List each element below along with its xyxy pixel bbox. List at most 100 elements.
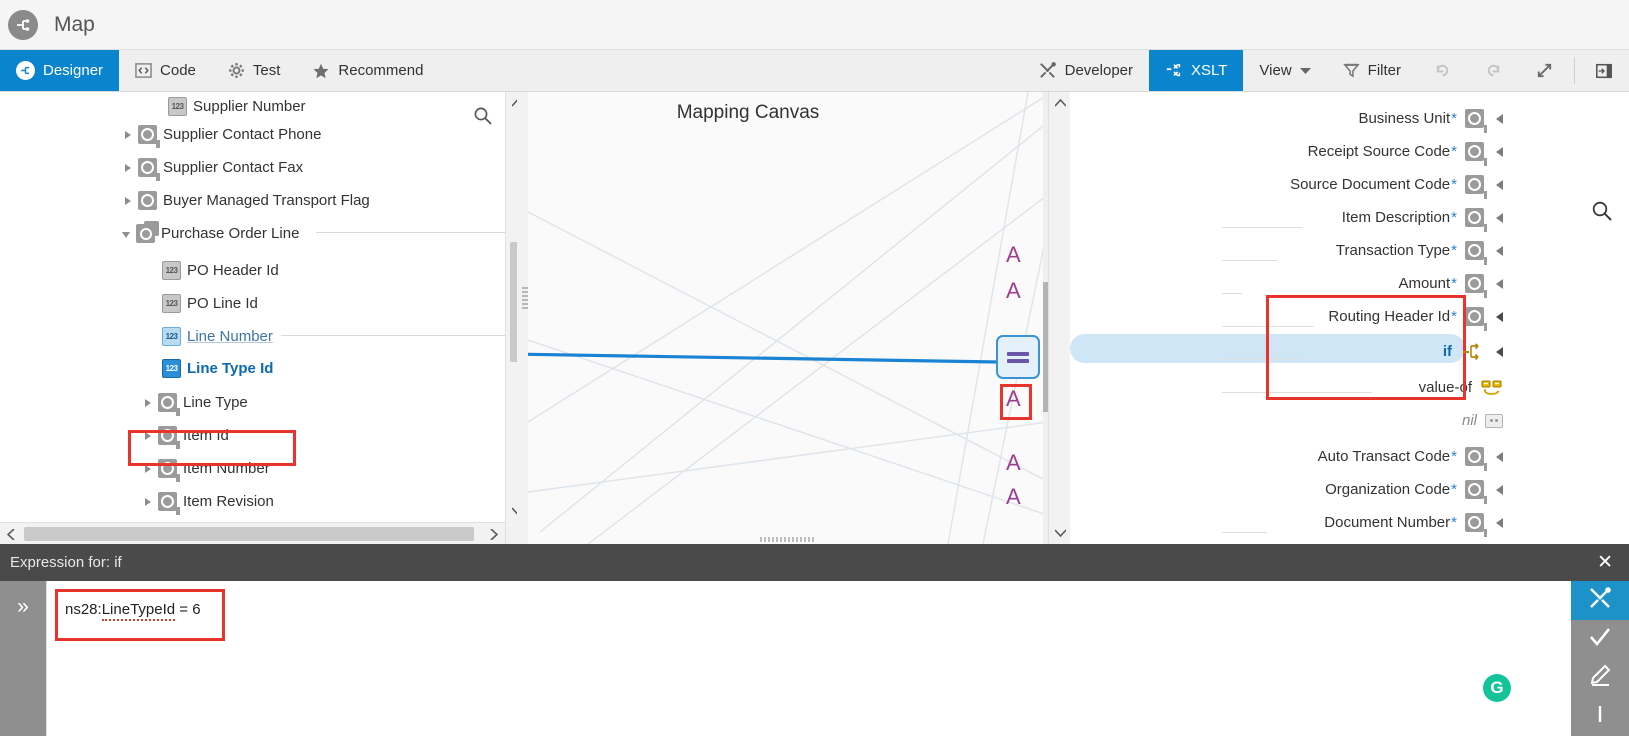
target-item-item-description[interactable]: Item Description * — [1342, 201, 1503, 234]
tree-item-po-line-id[interactable]: 123 PO Line Id — [162, 287, 258, 320]
scroll-thumb[interactable] — [24, 527, 474, 541]
target-item-if[interactable]: if — [1443, 335, 1503, 368]
target-item-receipt-source-code[interactable]: Receipt Source Code * — [1308, 135, 1503, 168]
twist-icon[interactable] — [140, 494, 156, 510]
leader-line — [1222, 293, 1242, 294]
twist-icon[interactable] — [140, 461, 156, 477]
tree-item-label: PO Line Id — [187, 295, 258, 312]
undo-button[interactable] — [1417, 50, 1468, 91]
tree-item-item-number[interactable]: Item Number — [140, 452, 270, 485]
target-item-label: Item Description — [1342, 209, 1450, 226]
expand-button[interactable] — [1519, 50, 1570, 91]
expand-caret-icon[interactable] — [1496, 114, 1503, 124]
developer-button[interactable]: Developer — [1022, 50, 1149, 91]
selected-row-highlight — [98, 354, 502, 383]
expression-text: ns28:LineTypeId = 6 — [65, 601, 201, 618]
target-item-auto-transact-code[interactable]: Auto Transact Code * — [1318, 440, 1503, 473]
search-icon[interactable] — [1591, 200, 1613, 222]
source-tree-horizontal-scrollbar[interactable] — [0, 522, 505, 544]
validate-button[interactable] — [1571, 620, 1629, 659]
cursor-icon — [1593, 704, 1607, 729]
twist-icon[interactable] — [120, 160, 136, 176]
edit-button[interactable] — [1571, 659, 1629, 698]
scroll-up-arrow[interactable] — [1049, 92, 1071, 114]
expand-caret-icon[interactable] — [1496, 213, 1503, 223]
target-tree-panel[interactable]: Business Unit * Receipt Source Code * So… — [1070, 92, 1629, 544]
twist-icon[interactable] — [120, 193, 136, 209]
tree-item-item-id[interactable]: Item Id — [140, 419, 229, 452]
expand-caret-icon[interactable] — [1496, 452, 1503, 462]
number-icon: 123 — [162, 261, 181, 280]
filter-button[interactable]: Filter — [1327, 50, 1417, 91]
object-icon — [138, 191, 157, 210]
twist-icon[interactable] — [120, 127, 136, 143]
view-menu-button[interactable]: View — [1243, 50, 1326, 91]
search-icon[interactable] — [473, 106, 493, 126]
toolbar-divider — [1574, 57, 1575, 84]
target-item-nil[interactable]: nil — [1462, 404, 1503, 437]
tree-item-line-type[interactable]: Line Type — [140, 386, 248, 419]
insert-button[interactable] — [1571, 697, 1629, 736]
target-item-routing-header-id[interactable]: Routing Header Id * — [1328, 300, 1503, 333]
tree-item-po-header-id[interactable]: 123 PO Header Id — [162, 254, 279, 287]
number-icon: 123 — [162, 327, 181, 346]
tab-code[interactable]: Code — [119, 50, 212, 91]
xslt-button[interactable]: XSLT — [1149, 50, 1243, 91]
target-item-business-unit[interactable]: Business Unit * — [1358, 102, 1503, 135]
target-item-source-document-code[interactable]: Source Document Code * — [1290, 168, 1503, 201]
scroll-down-arrow[interactable] — [1049, 522, 1071, 544]
expand-caret-icon[interactable] — [1496, 279, 1503, 289]
target-item-value-of[interactable]: value-of — [1419, 371, 1503, 404]
chevron-down-icon — [1300, 67, 1311, 75]
close-icon[interactable]: ✕ — [1597, 553, 1613, 572]
tree-item-purchase-order-line[interactable]: Purchase Order Line — [118, 217, 299, 250]
source-tree-panel[interactable]: 123 Supplier Number Supplier Contact Pho… — [0, 92, 527, 544]
tree-item-line-number[interactable]: 123 Line Number — [162, 320, 273, 353]
expand-caret-icon[interactable] — [1496, 518, 1503, 528]
scroll-right-arrow[interactable] — [483, 523, 505, 544]
chevrons-right-icon[interactable]: » — [17, 595, 29, 736]
scroll-left-arrow[interactable] — [0, 523, 22, 544]
redo-button[interactable] — [1468, 50, 1519, 91]
canvas-outer-scrollbar[interactable] — [1048, 92, 1070, 544]
expression-panel: Expression for: if ✕ » ns28:LineTypeId =… — [0, 544, 1629, 736]
target-item-document-number[interactable]: Document Number * — [1324, 506, 1503, 539]
equals-function-node[interactable] — [996, 335, 1040, 379]
required-marker: * — [1451, 514, 1457, 531]
grammarly-badge[interactable]: G — [1483, 674, 1511, 702]
twist-icon[interactable] — [140, 428, 156, 444]
expression-gutter[interactable]: » — [0, 581, 46, 736]
highlighted-string-type-marker: A — [1006, 386, 1021, 412]
left-splitter[interactable] — [517, 92, 528, 544]
expand-caret-icon[interactable] — [1496, 180, 1503, 190]
leader-line — [1222, 227, 1302, 228]
tab-recommend[interactable]: Recommend — [296, 50, 439, 91]
target-item-label: if — [1443, 343, 1452, 360]
tree-item-supplier-contact-fax[interactable]: Supplier Contact Fax — [120, 151, 303, 184]
object-icon — [1465, 274, 1484, 293]
tree-item-supplier-contact-phone[interactable]: Supplier Contact Phone — [120, 118, 321, 151]
twist-icon[interactable] — [150, 99, 166, 115]
horizontal-splitter-grip[interactable] — [760, 537, 816, 542]
tree-item-item-revision[interactable]: Item Revision — [140, 485, 274, 518]
target-item-amount[interactable]: Amount * — [1398, 267, 1503, 300]
target-item-transaction-type[interactable]: Transaction Type * — [1336, 234, 1503, 267]
mapping-canvas[interactable]: Mapping Canvas A A — [528, 92, 1070, 544]
required-marker: * — [1451, 176, 1457, 193]
tab-test[interactable]: Test — [212, 50, 297, 91]
expand-caret-icon[interactable] — [1496, 246, 1503, 256]
twist-icon[interactable] — [118, 226, 134, 242]
tab-designer[interactable]: Designer — [0, 50, 119, 91]
functions-button[interactable] — [1571, 581, 1629, 620]
expand-caret-icon[interactable] — [1496, 147, 1503, 157]
expand-caret-icon[interactable] — [1496, 347, 1503, 357]
twist-icon[interactable] — [140, 395, 156, 411]
expand-caret-icon[interactable] — [1496, 485, 1503, 495]
tree-item-line-type-id[interactable]: 123 Line Type Id — [162, 352, 273, 385]
expression-editor[interactable]: ns28:LineTypeId = 6 — [46, 581, 1571, 736]
target-item-organization-code[interactable]: Organization Code * — [1325, 473, 1503, 506]
panel-toggle-button[interactable] — [1579, 50, 1629, 91]
object-icon — [1465, 307, 1484, 326]
expand-caret-icon[interactable] — [1496, 312, 1503, 322]
tree-item-buyer-managed-transport-flag[interactable]: Buyer Managed Transport Flag — [120, 184, 370, 217]
